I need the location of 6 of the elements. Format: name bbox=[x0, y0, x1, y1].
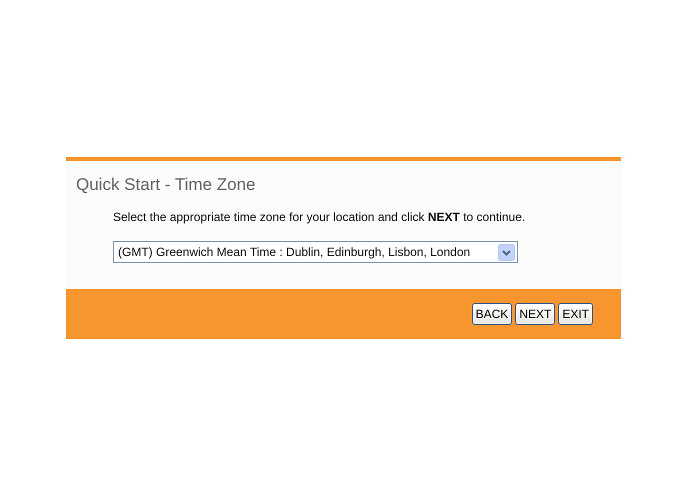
time-zone-select[interactable]: (GMT) Greenwich Mean Time : Dublin, Edinburgh, Lisbon, London bbox=[113, 241, 518, 263]
wizard-button[interactable]: EXIT bbox=[558, 303, 593, 325]
instruction-text: Select the appropriate time zone for your location and click NEXT to continue. bbox=[112, 209, 526, 224]
wizard-button[interactable]: BACK bbox=[472, 303, 512, 325]
page-title: Quick Start - Time Zone bbox=[75, 174, 256, 195]
wizard-button[interactable]: NEXT bbox=[515, 303, 556, 325]
